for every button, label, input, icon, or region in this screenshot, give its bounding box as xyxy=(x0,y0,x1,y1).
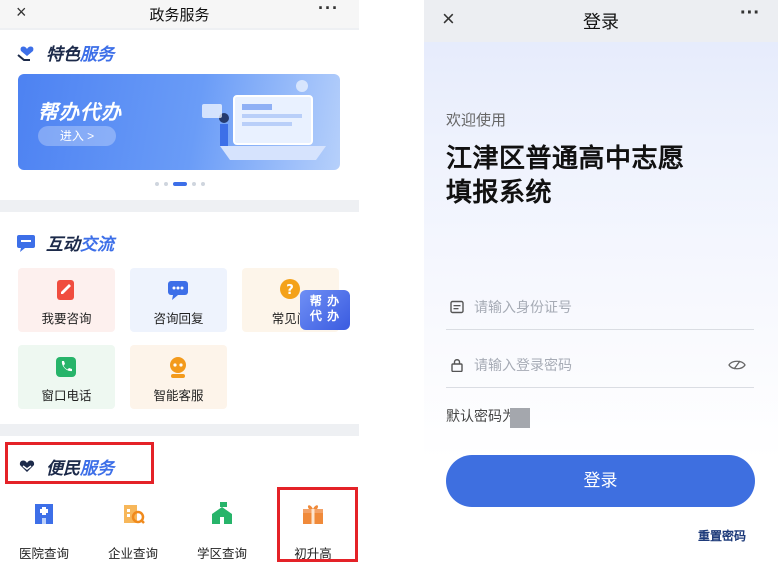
highlight-box-junior-to-senior xyxy=(277,487,358,562)
login-button[interactable]: 登录 xyxy=(446,455,755,507)
page-title: 登录 xyxy=(583,12,619,32)
password-field xyxy=(446,344,754,388)
top-bar: × 登录 ··· xyxy=(424,0,778,42)
svg-text:?: ? xyxy=(286,283,294,298)
login-screen: × 登录 ··· 欢迎使用 江津区普通高中志愿 填报系统 默认密码为 登录 重置… xyxy=(424,0,778,575)
robot-icon xyxy=(170,357,186,378)
interaction-heading-part1: 互动 xyxy=(46,235,80,254)
top-bar: × 政务服务 ··· xyxy=(0,0,359,28)
carousel-indicator[interactable] xyxy=(0,182,359,186)
page-title: 政务服务 xyxy=(149,7,210,24)
service-label: 学区查询 xyxy=(196,547,247,561)
float-label-line1: 帮 办 xyxy=(309,294,341,308)
id-card-icon xyxy=(450,300,464,314)
welcome-text: 欢迎使用 xyxy=(446,112,507,129)
featured-heading-part1: 特色 xyxy=(46,45,80,64)
tile-label: 咨询回复 xyxy=(153,312,204,326)
help-agency-banner[interactable]: 帮办代办 进入 > xyxy=(18,74,340,170)
reset-password-link[interactable]: 重置密码 xyxy=(698,527,746,544)
interaction-heading-part2: 交流 xyxy=(80,235,114,254)
company-search-icon xyxy=(124,505,145,524)
password-input[interactable] xyxy=(474,352,714,378)
featured-heading: 特色 服务 xyxy=(16,40,114,65)
more-icon[interactable]: ··· xyxy=(740,2,760,25)
lock-icon xyxy=(451,359,463,372)
hospital-icon xyxy=(35,504,53,524)
id-number-field xyxy=(446,286,754,330)
service-hospital[interactable]: 医院查询 xyxy=(9,500,79,562)
interaction-heading: 互动 交流 xyxy=(16,230,114,255)
banner-title: 帮办代办 xyxy=(38,102,122,124)
help-agency-float-button[interactable]: 帮 办 代 办 xyxy=(300,290,350,330)
banner-enter-button[interactable]: 进入 > xyxy=(38,126,116,146)
message-bubble-icon xyxy=(17,234,35,252)
phone-icon xyxy=(56,357,76,377)
toggle-password-visibility-icon[interactable] xyxy=(728,357,746,373)
system-title-line2: 填报系统 xyxy=(446,177,553,207)
default-password-hint: 默认密码为 xyxy=(446,408,516,424)
tile-label: 智能客服 xyxy=(153,389,204,403)
featured-heading-part2: 服务 xyxy=(80,45,114,64)
service-label: 医院查询 xyxy=(18,547,69,561)
system-title: 江津区普通高中志愿 填报系统 xyxy=(446,141,685,209)
tile-smart-service[interactable]: 智能客服 xyxy=(130,345,227,409)
system-title-line1: 江津区普通高中志愿 xyxy=(446,143,685,173)
service-company[interactable]: 企业查询 xyxy=(98,500,168,562)
more-icon[interactable]: ··· xyxy=(318,0,339,19)
redaction-block xyxy=(510,408,530,428)
float-label-line2: 代 办 xyxy=(309,309,341,323)
left-screen: × 政务服务 ··· 特色 服务 帮办代办 进入 > 互动 交流 我要咨询 咨询… xyxy=(0,0,359,575)
tile-window-phone[interactable]: 窗口电话 xyxy=(18,345,115,409)
service-school-district[interactable]: 学区查询 xyxy=(187,500,257,562)
tile-label: 我要咨询 xyxy=(41,312,92,326)
tile-consult-reply[interactable]: 咨询回复 xyxy=(130,268,227,332)
tile-label: 窗口电话 xyxy=(41,389,92,403)
question-icon: ? xyxy=(280,279,300,299)
edit-doc-icon xyxy=(57,280,74,300)
service-label: 企业查询 xyxy=(107,547,158,561)
school-icon xyxy=(212,502,232,524)
highlight-box-convenience xyxy=(5,442,154,484)
hands-heart-icon xyxy=(17,46,34,61)
chat-icon xyxy=(168,281,188,300)
id-number-input[interactable] xyxy=(474,294,714,320)
tile-consult[interactable]: 我要咨询 xyxy=(18,268,115,332)
laptop-illustration-icon xyxy=(202,80,326,160)
